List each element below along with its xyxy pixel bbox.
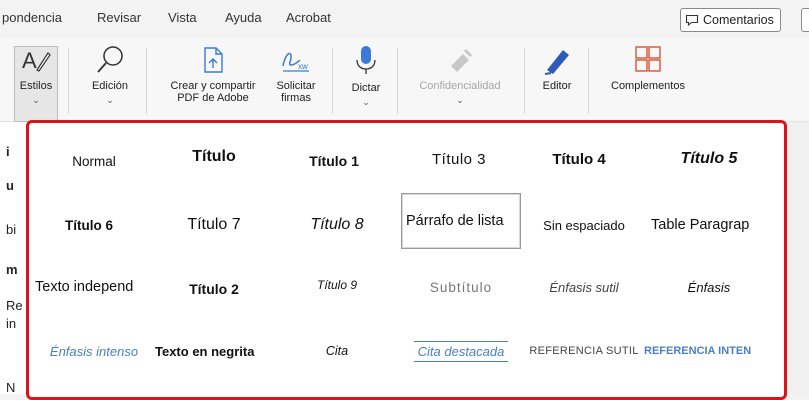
editor-button[interactable]: Editor [534,44,580,92]
create-share-pdf-label-1: Crear y compartir [170,80,256,92]
pdf-share-icon [204,47,223,73]
styles-icon: A [22,48,51,73]
style-parrafo-de-lista[interactable]: Párrafo de lista [401,193,521,249]
chevron-down-icon: ⌄ [456,95,464,105]
style-normal[interactable]: Normal [34,133,154,189]
comment-icon [685,14,699,27]
addins-grid-icon [635,46,661,72]
doc-fragment: Re [6,298,23,313]
comments-button[interactable]: Comentarios [680,8,781,32]
sensitivity-icon [451,48,473,72]
dictate-label: Dictar [351,82,381,94]
style-enfasis[interactable]: Énfasis [649,259,769,315]
ribbon: A Estilos ⌄ Edición ⌄ Crear y compartir … [0,38,809,122]
group-divider [332,48,333,114]
tab-vista[interactable]: Vista [168,10,197,25]
group-divider [397,48,398,114]
sensitivity-label: Confidencialidad [419,80,501,92]
style-titulo-4[interactable]: Título 4 [519,131,639,187]
dictate-button[interactable]: Dictar ⌄ [344,44,388,108]
style-titulo-2[interactable]: Título 2 [154,261,274,317]
style-enfasis-sutil[interactable]: Énfasis sutil [524,259,644,315]
editor-pen-icon [544,50,569,75]
chevron-down-icon: ⌄ [32,95,40,105]
tab-ayuda[interactable]: Ayuda [225,10,262,25]
group-divider [68,48,69,114]
style-table-paragraph[interactable]: Table Paragrap [651,197,761,253]
group-divider [146,48,147,114]
request-signatures-label-1: Solicitar [276,80,316,92]
doc-fragment: bi [6,222,17,237]
style-titulo-5[interactable]: Título 5 [649,131,769,187]
share-button[interactable] [801,8,809,32]
group-divider [524,48,525,114]
editing-label: Edición [91,80,129,92]
comments-label: Comentarios [703,13,774,27]
style-titulo-9[interactable]: Título 9 [277,257,397,313]
style-titulo-7[interactable]: Título 7 [154,197,274,253]
doc-fragment: m [6,262,18,277]
chevron-down-icon: ⌄ [106,95,114,105]
document-edge: i u bi m Re in N [0,122,28,395]
svg-text:A: A [22,48,37,73]
microphone-icon [356,46,376,74]
editor-label: Editor [542,80,572,92]
style-titulo[interactable]: Título [154,129,274,185]
menu-tab-bar: pondencia Revisar Vista Ayuda Acrobat Co… [0,0,809,38]
create-share-pdf-button[interactable]: Crear y compartir PDF de Adobe [158,44,268,104]
style-titulo-3[interactable]: Título 3 [399,131,519,187]
style-texto-independiente[interactable]: Texto independ [35,259,147,315]
addins-button[interactable]: Complementos [598,44,698,92]
doc-fragment: u [6,178,14,193]
style-referencia-intensa[interactable]: REFERENCIA INTEN [644,323,762,379]
styles-label: Estilos [19,80,53,92]
styles-button[interactable]: A Estilos ⌄ [17,44,55,106]
editing-button[interactable]: Edición ⌄ [88,44,132,106]
sensitivity-button[interactable]: Confidencialidad ⌄ [406,44,514,106]
tab-revisar[interactable]: Revisar [97,10,141,25]
style-cita-destacada-label: Cita destacada [413,340,509,362]
search-icon [97,46,123,73]
styles-gallery: Normal Título Título 1 Título 3 Título 4… [26,120,787,400]
doc-fragment: in [6,316,17,331]
document-scrollbar[interactable] [790,122,809,394]
request-signatures-label-2: firmas [281,92,311,104]
signature-icon: xw [282,52,309,72]
doc-fragment: N [6,380,16,395]
create-share-pdf-label-2: PDF de Adobe [177,92,249,104]
addins-label: Complementos [611,80,685,92]
style-texto-en-negrita[interactable]: Texto en negrita [155,323,273,379]
chevron-down-icon: ⌄ [362,97,370,107]
style-titulo-1[interactable]: Título 1 [274,133,394,189]
style-titulo-8[interactable]: Título 8 [277,197,397,253]
style-cita[interactable]: Cita [277,323,397,379]
request-signatures-button[interactable]: xw Solicitar firmas [268,44,324,104]
style-referencia-sutil[interactable]: REFERENCIA SUTIL [524,323,644,379]
style-sin-espaciado[interactable]: Sin espaciado [524,197,644,253]
tab-correspondencia[interactable]: pondencia [2,10,62,25]
svg-text:xw: xw [298,62,308,71]
tab-acrobat[interactable]: Acrobat [286,10,331,25]
style-titulo-6[interactable]: Título 6 [29,197,149,253]
doc-fragment: i [6,144,10,159]
group-divider [588,48,589,114]
style-cita-destacada[interactable]: Cita destacada [401,323,521,379]
style-subtitulo[interactable]: Subtítulo [401,259,521,315]
style-enfasis-intenso[interactable]: Énfasis intenso [34,323,154,379]
